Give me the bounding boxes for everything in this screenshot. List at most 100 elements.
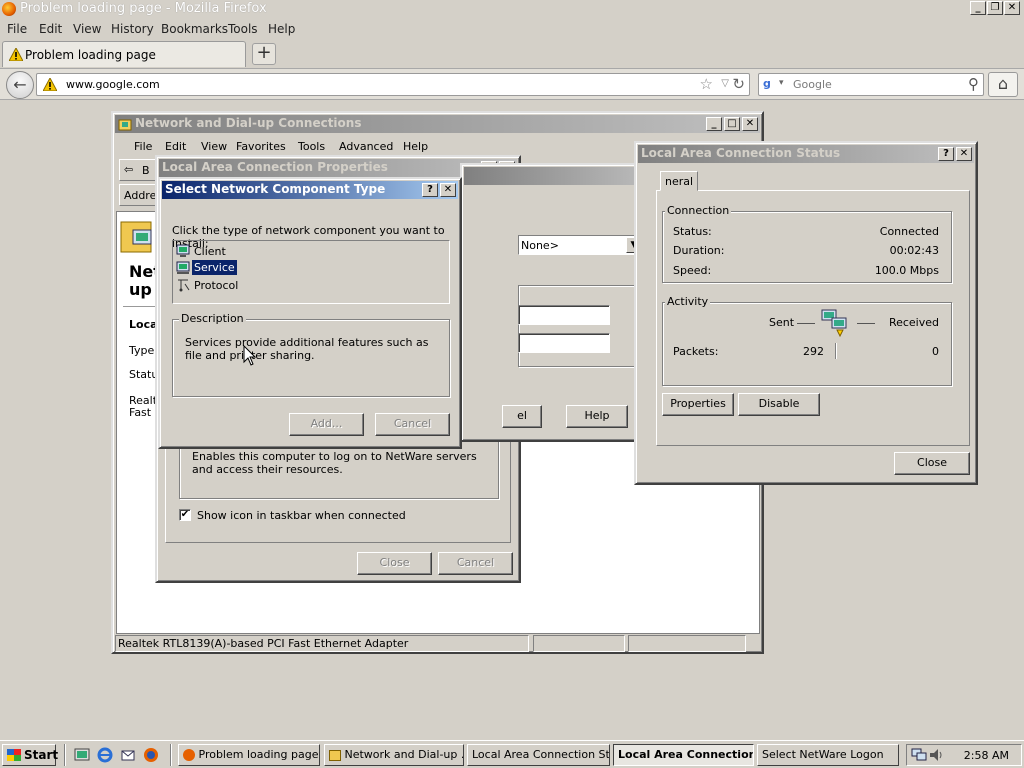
packets-sent-value: 292: [803, 345, 824, 358]
left-label-0: Loca: [129, 318, 158, 331]
menu-view[interactable]: View: [73, 22, 101, 36]
network-tray-icon[interactable]: [911, 748, 927, 762]
maximize-button[interactable]: □: [724, 117, 740, 131]
select-component-window: Select Network Component Type ? ✕ Click …: [158, 177, 462, 449]
duration-label: Duration:: [673, 244, 725, 257]
menu-advanced[interactable]: Advanced: [339, 140, 393, 153]
search-engine-dropdown-icon[interactable]: ▾: [779, 78, 784, 88]
task-lac-status[interactable]: Local Area Connection St...: [467, 744, 610, 766]
disable-button[interactable]: Disable: [738, 393, 820, 416]
mouse-cursor-icon: [243, 345, 257, 366]
task-network-connections[interactable]: Network and Dial-up ...: [324, 744, 464, 766]
task-label: Local Area Connection St...: [472, 748, 610, 761]
menu-edit[interactable]: Edit: [165, 140, 186, 153]
url-bar[interactable]: www.google.com ☆ ▽ ↻: [36, 73, 750, 96]
internet-explorer-icon[interactable]: [97, 747, 113, 763]
task-select-netware-logon[interactable]: Select NetWare Logon: [757, 744, 899, 766]
help-button[interactable]: Help: [566, 405, 628, 428]
menu-favorites[interactable]: Favorites: [236, 140, 286, 153]
url-dropdown-icon[interactable]: ▽: [721, 78, 729, 89]
menu-help[interactable]: Help: [268, 22, 295, 36]
reload-icon[interactable]: ↻: [732, 75, 745, 93]
add-button[interactable]: Add...: [289, 413, 364, 436]
start-button[interactable]: Start: [2, 744, 59, 766]
help-button[interactable]: ?: [422, 183, 438, 197]
lac-description-text: Enables this computer to log on to NetWa…: [192, 450, 477, 476]
volume-icon[interactable]: [929, 748, 943, 762]
back-button[interactable]: ←: [6, 71, 34, 99]
close-button[interactable]: Close: [357, 552, 432, 575]
home-button[interactable]: ⌂: [988, 72, 1018, 97]
cancel-button-label: Cancel: [393, 417, 432, 430]
properties-button[interactable]: Properties: [662, 393, 734, 416]
firefox-quicklaunch-icon[interactable]: [143, 747, 159, 763]
activity-legend: Activity: [665, 295, 711, 308]
new-tab-button[interactable]: +: [252, 43, 276, 65]
protocol-icon: [178, 279, 190, 292]
menu-history[interactable]: History: [111, 22, 154, 36]
close-button[interactable]: ✕: [440, 183, 456, 197]
network-folder-icon: [329, 749, 341, 761]
activity-group: Activity Sent Received Packets: 292 0: [662, 295, 952, 386]
network-activity-icon: [821, 309, 847, 338]
show-desktop-icon[interactable]: [74, 747, 90, 763]
panel-title-2: up: [129, 280, 152, 299]
netware-field-1[interactable]: [518, 305, 610, 325]
packets-received-value: 0: [932, 345, 939, 358]
restore-button[interactable]: ❐: [987, 1, 1003, 15]
disable-button-label: Disable: [758, 397, 800, 410]
close-button[interactable]: ✕: [956, 147, 972, 161]
minimize-button[interactable]: _: [706, 117, 722, 131]
close-button[interactable]: Close: [894, 452, 970, 475]
left-label-1: Type:: [129, 344, 158, 357]
bookmark-star-icon[interactable]: ☆: [700, 75, 713, 93]
netware-dropdown[interactable]: None> ▼: [518, 235, 644, 255]
netware-title-bar: ✕: [464, 167, 662, 185]
received-label: Received: [888, 316, 939, 329]
description-group: Description Services provide additional …: [172, 312, 450, 397]
menu-help[interactable]: Help: [403, 140, 428, 153]
menu-edit[interactable]: Edit: [39, 22, 62, 36]
warning-icon: [9, 48, 23, 61]
task-label: Network and Dial-up ...: [344, 748, 464, 761]
google-icon[interactable]: g: [763, 77, 777, 91]
help-button[interactable]: ?: [938, 147, 954, 161]
back-button[interactable]: ⇦ B: [119, 159, 159, 181]
select-component-title-bar: Select Network Component Type ? ✕: [162, 181, 458, 199]
search-placeholder: Google: [793, 78, 832, 91]
task-problem-loading[interactable]: Problem loading page ...: [178, 744, 320, 766]
close-button[interactable]: ✕: [1004, 1, 1020, 15]
task-lac-properties[interactable]: Local Area Connection...: [613, 744, 754, 766]
component-item-label: Service: [192, 260, 237, 275]
menu-tools[interactable]: Tools: [298, 140, 325, 153]
lac-status-title: Local Area Connection Status: [641, 146, 841, 160]
cancel-button[interactable]: el: [502, 405, 542, 428]
status-bar: Realtek RTL8139(A)-based PCI Fast Ethern…: [115, 635, 529, 652]
speed-value: 100.0 Mbps: [874, 264, 939, 277]
task-label: Local Area Connection...: [618, 748, 754, 761]
tab-general[interactable]: neral: [660, 171, 698, 191]
cancel-button[interactable]: Cancel: [375, 413, 450, 436]
firefox-window-title: Problem loading page - Mozilla Firefox: [20, 1, 267, 16]
tab-problem-loading[interactable]: Problem loading page: [2, 41, 246, 67]
outlook-express-icon[interactable]: [120, 747, 136, 763]
search-icon[interactable]: ⚲: [968, 75, 979, 93]
network-window-title: Network and Dial-up Connections: [135, 116, 362, 130]
menu-view[interactable]: View: [201, 140, 227, 153]
show-icon-checkbox[interactable]: ✔: [179, 509, 191, 521]
netware-field-2[interactable]: [518, 333, 610, 353]
network-folder-icon: [118, 119, 132, 131]
warning-icon: [43, 78, 57, 91]
dropdown-value: None>: [521, 239, 559, 252]
menu-file[interactable]: File: [7, 22, 27, 36]
description-text: Services provide additional features suc…: [185, 336, 429, 362]
close-button[interactable]: ✕: [742, 117, 758, 131]
minimize-button[interactable]: _: [970, 1, 986, 15]
menu-tools[interactable]: Tools: [228, 22, 258, 36]
start-label: Start: [24, 748, 59, 762]
service-icon: [176, 261, 190, 274]
menu-file[interactable]: File: [134, 140, 152, 153]
menu-bookmarks[interactable]: Bookmarks: [161, 22, 228, 36]
search-box[interactable]: g ▾ Google ⚲: [758, 73, 984, 96]
cancel-button[interactable]: Cancel: [438, 552, 513, 575]
